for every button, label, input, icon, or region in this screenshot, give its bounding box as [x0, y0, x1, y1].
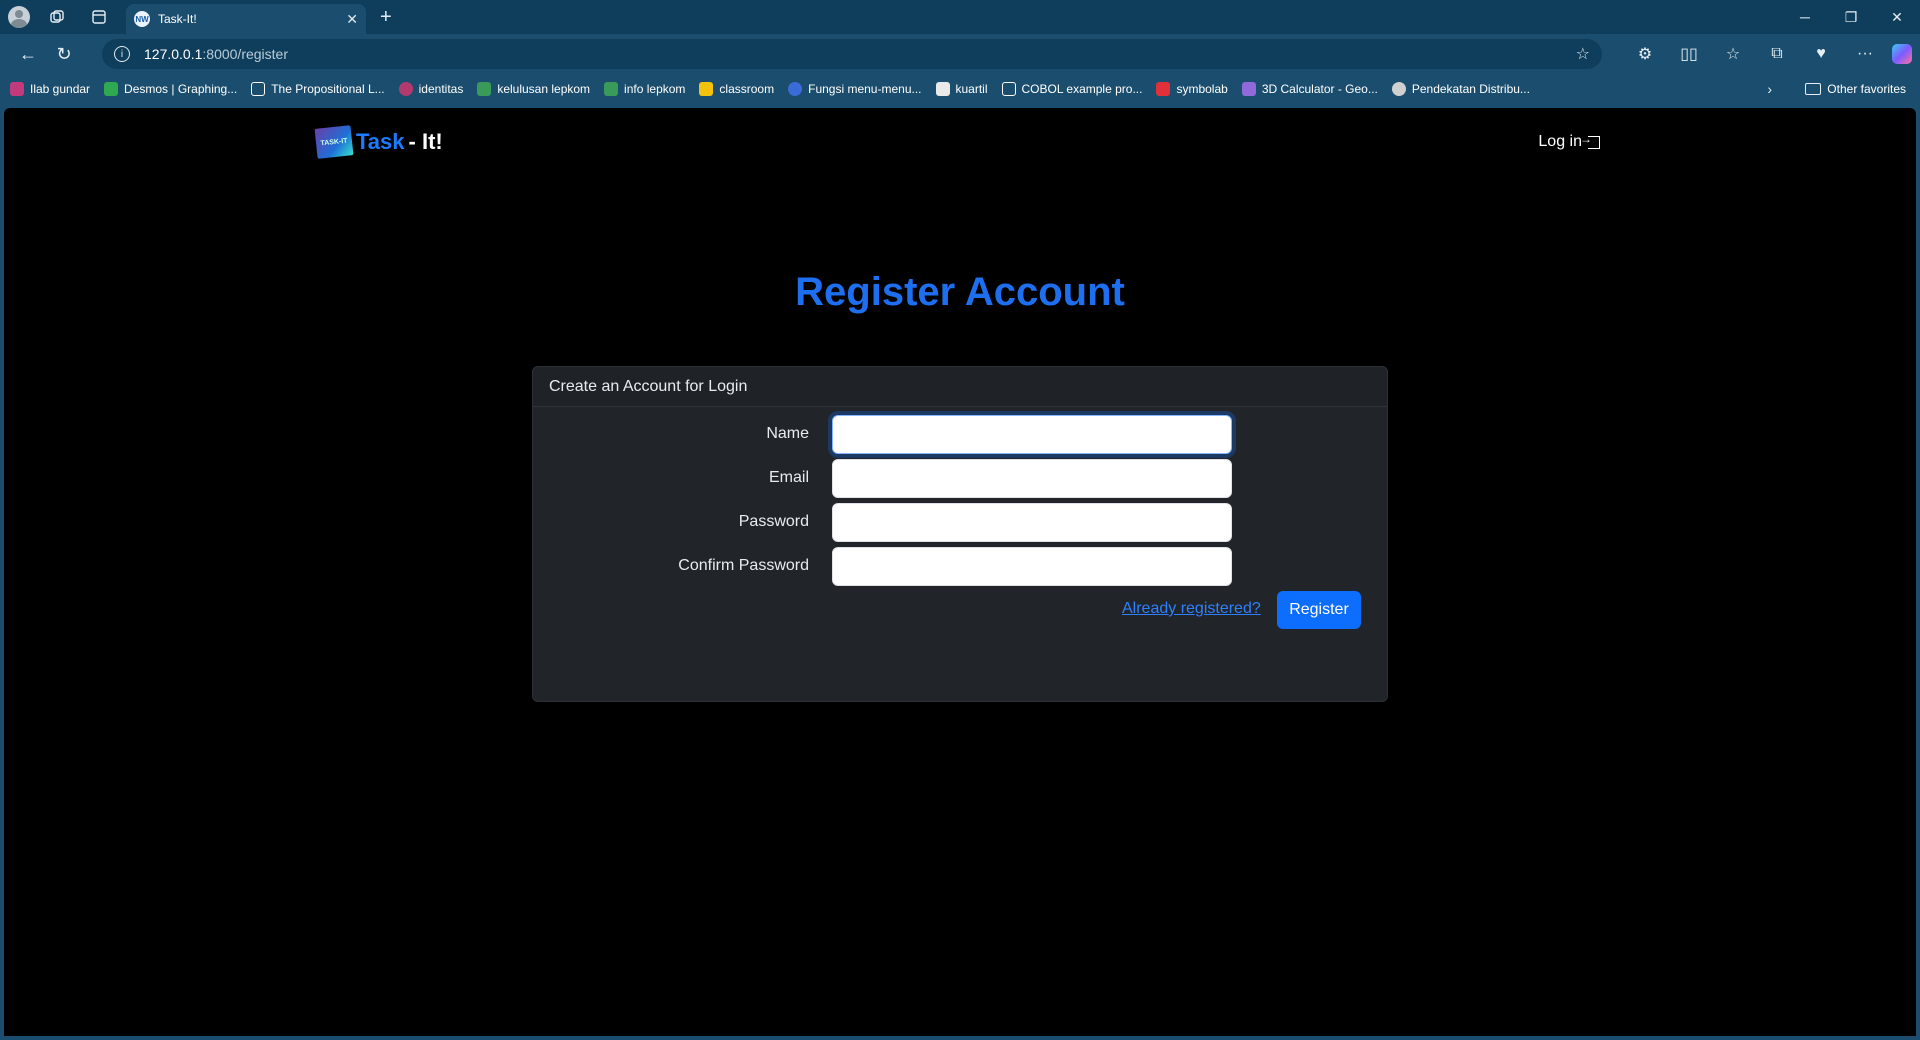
login-icon: [1580, 132, 1600, 149]
bookmark-item[interactable]: Ilab gundar: [10, 82, 90, 96]
app-navbar: TASK-IT Task - It! Log in: [314, 122, 1600, 162]
password-row: Password: [533, 502, 1389, 542]
bookmark-label: Ilab gundar: [30, 82, 91, 96]
bookmark-favicon-icon: [1156, 82, 1171, 96]
already-registered-link[interactable]: Already registered?: [1122, 600, 1261, 618]
browser-toolbar: ← ↻ i 127.0.0.1:8000/register ☆ ⚙ ▯▯ ☆ ⧉…: [0, 34, 1920, 74]
url-host: 127.0.0.1: [144, 46, 203, 62]
login-label: Log in: [1538, 133, 1582, 150]
browser-essentials-icon[interactable]: ♥: [1804, 38, 1838, 70]
bookmark-label: 3D Calculator - Geo...: [1261, 82, 1378, 96]
brand[interactable]: TASK-IT Task - It!: [314, 125, 443, 159]
password-field[interactable]: [832, 502, 1232, 542]
bookmark-item[interactable]: COBOL example pro...: [1001, 82, 1143, 96]
bookmark-favicon-icon: [935, 82, 950, 96]
login-link[interactable]: Log in: [1538, 132, 1600, 151]
bookmark-favicon-icon: [1241, 82, 1256, 96]
extensions-icon[interactable]: ⚙: [1628, 38, 1662, 70]
bookmark-item[interactable]: Desmos | Graphing...: [104, 82, 237, 96]
back-icon[interactable]: ←: [10, 38, 46, 70]
bookmark-item[interactable]: 3D Calculator - Geo...: [1241, 82, 1378, 96]
bookmark-label: info lepkom: [624, 82, 686, 96]
email-field[interactable]: [832, 458, 1232, 498]
card-header: Create an Account for Login: [533, 367, 1387, 407]
bookmark-label: kelulusan lepkom: [497, 82, 591, 96]
bookmark-favicon-icon: [1391, 82, 1406, 96]
bookmark-item[interactable]: Fungsi menu-menu...: [788, 82, 922, 96]
confirm-password-row: Confirm Password: [533, 546, 1389, 586]
close-tab-icon[interactable]: ✕: [346, 11, 358, 28]
workspaces-icon[interactable]: [42, 2, 72, 32]
bookmark-label: COBOL example pro...: [1021, 82, 1143, 96]
bookmark-label: Fungsi menu-menu...: [808, 82, 922, 96]
chevron-right-icon[interactable]: ›: [1767, 81, 1772, 97]
page-icon: [1001, 82, 1016, 96]
email-label: Email: [768, 469, 809, 486]
restore-icon[interactable]: ❐: [1828, 0, 1874, 34]
bookmark-item[interactable]: kelulusan lepkom: [477, 82, 590, 96]
page-viewport: TASK-IT Task- It! Log in Register Accoun…: [4, 108, 1916, 1036]
bookmark-label: Pendekatan Distribu...: [1411, 82, 1530, 96]
confirm-password-field[interactable]: [832, 546, 1232, 586]
bookmark-label: classroom: [719, 82, 775, 96]
minimize-icon[interactable]: ─: [1782, 0, 1828, 34]
name-field[interactable]: [832, 414, 1232, 454]
collections-icon[interactable]: ⧉: [1760, 38, 1794, 70]
bookmark-favicon-icon: [699, 82, 714, 96]
profile-avatar[interactable]: [8, 6, 30, 28]
bookmark-item[interactable]: identitas: [398, 82, 464, 96]
brand-name-a: Task: [356, 129, 405, 154]
bookmark-item[interactable]: classroom: [699, 82, 774, 96]
bookmark-item[interactable]: Pendekatan Distribu...: [1391, 82, 1530, 96]
confirm-password-label: Confirm Password: [678, 557, 809, 574]
bookmarks-bar: Ilab gundar Desmos | Graphing... The Pro…: [0, 74, 1920, 104]
tab-favicon: NW: [134, 11, 150, 27]
url-path: :8000/register: [202, 46, 288, 62]
other-favorites[interactable]: Other favorites: [1805, 82, 1906, 96]
bookmark-favicon-icon: [477, 82, 492, 96]
register-card: Create an Account for Login Name Email P…: [532, 366, 1388, 702]
favorites-icon[interactable]: ☆: [1716, 38, 1750, 70]
bookmark-favicon-icon: [104, 82, 119, 96]
browser-tab-active[interactable]: NW Task-It! ✕: [126, 4, 366, 34]
email-row: Email: [533, 458, 1389, 498]
bookmark-label: The Propositional L...: [271, 82, 385, 96]
folder-icon: [1805, 83, 1822, 95]
split-screen-icon[interactable]: ▯▯: [1672, 38, 1706, 70]
browser-tab-bar: NW Task-It! ✕ + ─ ❐ ✕: [0, 0, 1920, 34]
bookmark-item[interactable]: symbolab: [1156, 82, 1228, 96]
bookmark-favicon-icon: [10, 82, 24, 96]
address-bar[interactable]: i 127.0.0.1:8000/register ☆: [102, 39, 1602, 69]
brand-logo: TASK-IT: [314, 125, 354, 159]
other-favorites-label: Other favorites: [1827, 82, 1906, 96]
more-menu-icon[interactable]: ···: [1848, 38, 1882, 70]
page-title: Register Account: [795, 270, 1125, 314]
tab-title: Task-It!: [158, 12, 197, 26]
favorite-star-icon[interactable]: ☆: [1576, 44, 1590, 64]
site-info-icon[interactable]: i: [114, 46, 130, 62]
bookmark-label: identitas: [418, 82, 464, 96]
name-row: Name: [533, 414, 1389, 454]
bookmark-item[interactable]: info lepkom: [604, 82, 685, 96]
reload-icon[interactable]: ↻: [46, 38, 82, 70]
window-close-icon[interactable]: ✕: [1874, 0, 1920, 34]
brand-name-b: - It!: [408, 129, 443, 154]
password-label: Password: [738, 513, 809, 530]
copilot-icon[interactable]: [1892, 44, 1912, 64]
bookmark-label: Desmos | Graphing...: [124, 82, 238, 96]
bookmark-item[interactable]: The Propositional L...: [251, 82, 385, 96]
bookmark-item[interactable]: kuartil: [935, 82, 988, 96]
bookmark-favicon-icon: [398, 82, 413, 96]
form-actions: Already registered? Register: [533, 590, 1389, 630]
bookmark-label: kuartil: [955, 82, 988, 96]
register-button[interactable]: Register: [1277, 591, 1361, 629]
new-tab-icon[interactable]: +: [380, 6, 392, 29]
bookmark-label: symbolab: [1176, 82, 1228, 96]
name-label: Name: [766, 425, 809, 442]
tab-actions-icon[interactable]: [84, 2, 114, 32]
bookmark-favicon-icon: [604, 82, 619, 96]
page-icon: [251, 82, 266, 96]
bookmark-favicon-icon: [788, 82, 803, 96]
